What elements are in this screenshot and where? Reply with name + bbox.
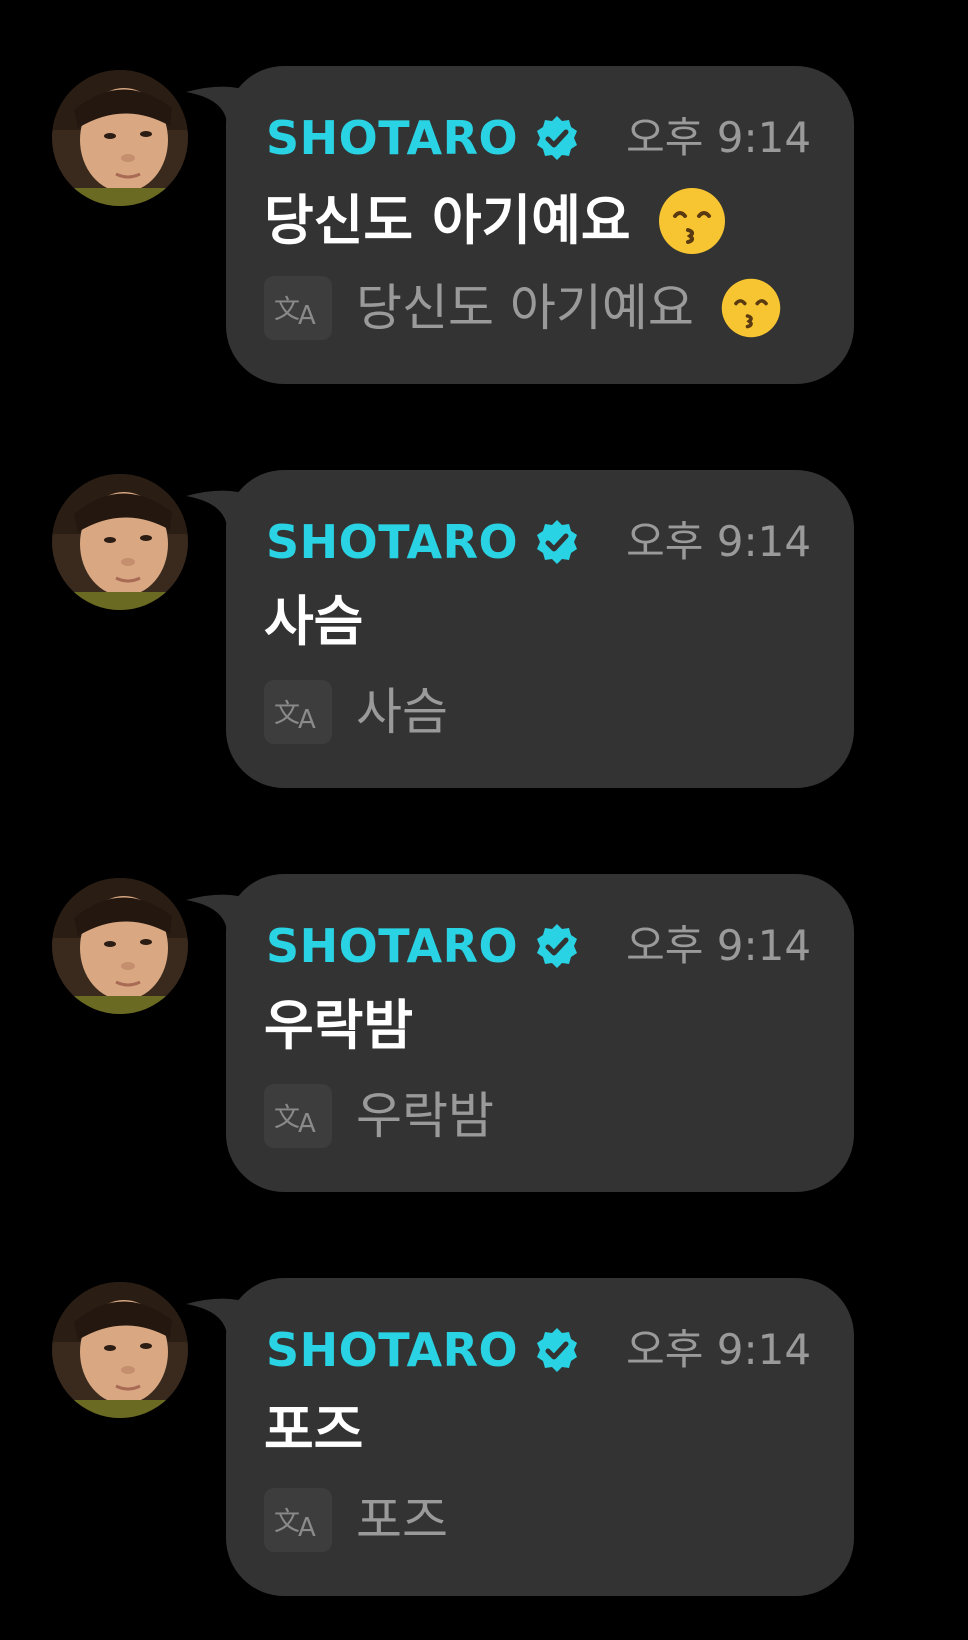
verified-badge-icon — [537, 520, 578, 564]
svg-text:A: A — [298, 1109, 316, 1136]
message-header: SHOTARO 오후 9:14 — [266, 108, 814, 168]
translation-text-row: 당신도 아기예요 — [356, 277, 782, 339]
translation-text: 사슴 — [356, 683, 448, 741]
message-bubble[interactable]: SHOTARO 오후 9:14 우락밤 文 A 우락밤 — [226, 874, 854, 1192]
translate-icon[interactable]: 文 A — [264, 276, 332, 340]
message-header: SHOTARO 오후 9:14 — [266, 916, 814, 976]
message-bubble[interactable]: SHOTARO 오후 9:14 당신도 아기예요 文 A 당신도 아기예요 — [226, 66, 854, 384]
verified-badge-icon — [537, 116, 578, 160]
verified-badge-icon — [537, 924, 578, 968]
translation-text: 당신도 아기예요 — [356, 279, 694, 337]
translation-row: 文 A 당신도 아기예요 — [264, 276, 834, 340]
svg-text:文: 文 — [274, 1507, 300, 1537]
translation-row: 文 A 사슴 — [264, 680, 834, 744]
message-text: 당신도 아기예요 — [264, 188, 631, 252]
translation-row: 文 A 포즈 — [264, 1488, 834, 1552]
message-text-row: 포즈 — [264, 1398, 834, 1463]
svg-text:A: A — [298, 705, 316, 732]
message-header: SHOTARO 오후 9:14 — [266, 1320, 814, 1380]
avatar[interactable] — [52, 1282, 188, 1418]
message: SHOTARO 오후 9:14 우락밤 文 A 우락밤 — [0, 874, 968, 1194]
author-name[interactable]: SHOTARO — [266, 1327, 518, 1373]
timestamp: 오후 9:14 — [626, 921, 812, 970]
svg-text:A: A — [298, 301, 316, 328]
author-name[interactable]: SHOTARO — [266, 115, 518, 161]
message-bubble[interactable]: SHOTARO 오후 9:14 사슴 文 A 사슴 — [226, 470, 854, 788]
message-text: 사슴 — [264, 590, 364, 653]
kissing-smiling-eyes-emoji-icon — [721, 278, 781, 338]
avatar[interactable] — [52, 878, 188, 1014]
message-text-row: 우락밤 — [264, 994, 834, 1059]
message: SHOTARO 오후 9:14 포즈 文 A 포즈 — [0, 1278, 968, 1598]
message-bubble[interactable]: SHOTARO 오후 9:14 포즈 文 A 포즈 — [226, 1278, 854, 1596]
timestamp: 오후 9:14 — [626, 1325, 812, 1374]
translate-icon[interactable]: 文 A — [264, 1488, 332, 1552]
author-name[interactable]: SHOTARO — [266, 923, 518, 969]
svg-text:文: 文 — [274, 699, 300, 729]
svg-text:A: A — [298, 1513, 316, 1540]
message-text: 포즈 — [264, 1398, 364, 1461]
avatar[interactable] — [52, 70, 188, 206]
message: SHOTARO 오후 9:14 사슴 文 A 사슴 — [0, 470, 968, 790]
translation-text: 포즈 — [356, 1491, 448, 1549]
message-feed: SHOTARO 오후 9:14 당신도 아기예요 文 A 당신도 아기예요 SH… — [0, 0, 968, 1640]
svg-text:文: 文 — [274, 1103, 300, 1133]
message-text-row: 사슴 — [264, 590, 834, 655]
timestamp: 오후 9:14 — [626, 517, 812, 566]
message-text: 우락밤 — [264, 994, 414, 1057]
avatar[interactable] — [52, 474, 188, 610]
message-text-row: 당신도 아기예요 — [264, 186, 834, 256]
translate-icon[interactable]: 文 A — [264, 1084, 332, 1148]
message-header: SHOTARO 오후 9:14 — [266, 512, 814, 572]
verified-badge-icon — [537, 1328, 578, 1372]
timestamp: 오후 9:14 — [626, 113, 812, 162]
message: SHOTARO 오후 9:14 당신도 아기예요 文 A 당신도 아기예요 — [0, 66, 968, 386]
translate-icon[interactable]: 文 A — [264, 680, 332, 744]
svg-text:文: 文 — [274, 295, 300, 325]
author-name[interactable]: SHOTARO — [266, 519, 518, 565]
kissing-smiling-eyes-emoji-icon — [658, 188, 725, 254]
translation-row: 文 A 우락밤 — [264, 1084, 834, 1148]
translation-text: 우락밤 — [356, 1087, 494, 1145]
